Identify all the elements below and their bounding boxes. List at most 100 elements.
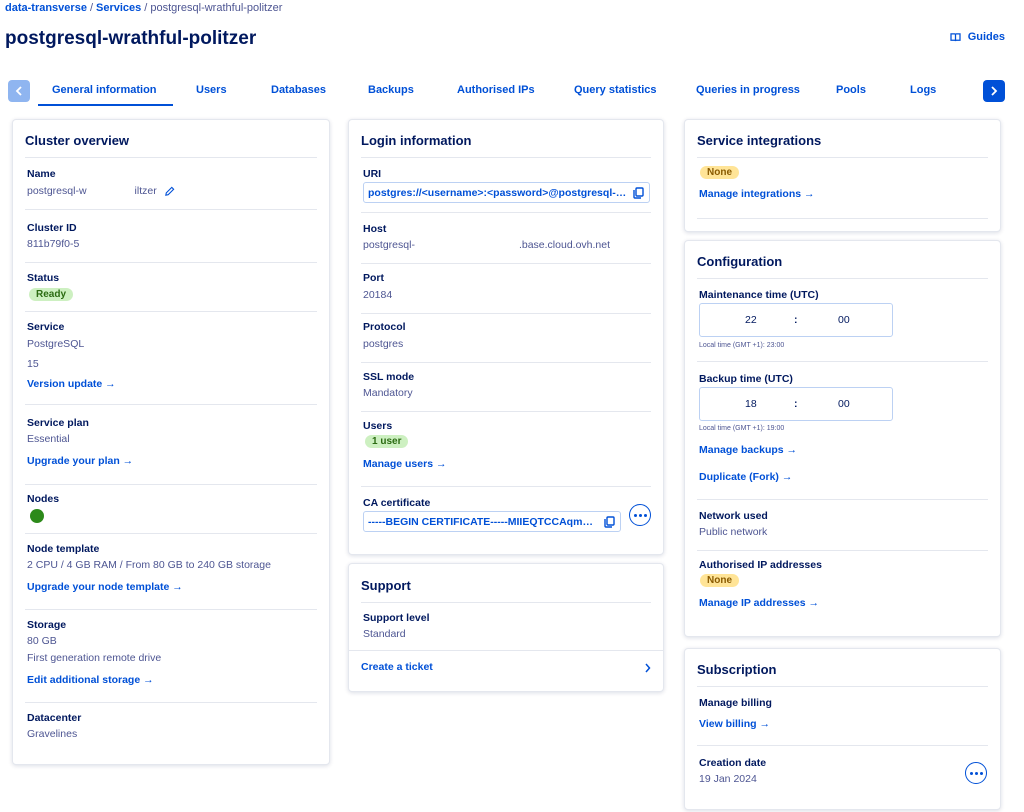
view-billing-link[interactable]: View billing → bbox=[699, 718, 770, 730]
divider bbox=[25, 484, 317, 485]
creation-date-label: Creation date bbox=[699, 757, 767, 769]
uri-copy-field[interactable]: postgres://<username>:<password>@postgre… bbox=[363, 182, 650, 203]
ca-certificate-value: -----BEGIN CERTIFICATE-----MIIEQTCCAqmgA… bbox=[368, 515, 598, 528]
divider bbox=[25, 209, 317, 210]
divider bbox=[361, 411, 651, 412]
backup-hour[interactable]: 18 bbox=[745, 398, 757, 410]
network-used-label: Network used bbox=[699, 510, 768, 522]
host-value-end: .base.cloud.ovh.net bbox=[518, 239, 611, 251]
divider bbox=[25, 609, 317, 610]
maintenance-time-label: Maintenance time (UTC) bbox=[699, 289, 819, 301]
book-icon bbox=[950, 32, 961, 41]
maintenance-time-picker[interactable]: 22 : 00 bbox=[699, 303, 893, 337]
support-level-label: Support level bbox=[363, 612, 430, 624]
creation-date-value: 19 Jan 2024 bbox=[699, 773, 757, 785]
tab-query-statistics[interactable]: Query statistics bbox=[574, 84, 657, 96]
manage-users-link[interactable]: Manage users → bbox=[363, 458, 446, 470]
backup-minute[interactable]: 00 bbox=[838, 398, 850, 410]
integrations-status-badge: None bbox=[700, 166, 739, 179]
users-count-badge: 1 user bbox=[365, 435, 409, 448]
login-information-title: Login information bbox=[361, 133, 472, 148]
upgrade-plan-link[interactable]: Upgrade your plan → bbox=[27, 455, 133, 467]
ssl-mode-label: SSL mode bbox=[363, 371, 415, 383]
copy-icon[interactable] bbox=[598, 512, 620, 531]
maintenance-minute[interactable]: 00 bbox=[838, 314, 850, 326]
chevron-right-icon bbox=[645, 663, 651, 673]
users-label: Users bbox=[363, 420, 393, 432]
ca-certificate-more-button[interactable] bbox=[629, 504, 651, 526]
more-options-dot bbox=[969, 771, 973, 775]
node-status-indicator bbox=[30, 509, 44, 523]
maintenance-hour[interactable]: 22 bbox=[745, 314, 757, 326]
cluster-id-label: Cluster ID bbox=[27, 222, 77, 234]
datacenter-value: Gravelines bbox=[27, 728, 78, 740]
backup-time-label: Backup time (UTC) bbox=[699, 373, 793, 385]
version-update-link[interactable]: Version update → bbox=[27, 378, 116, 390]
node-template-value: 2 CPU / 4 GB RAM / From 80 GB to 240 GB … bbox=[27, 559, 271, 571]
duplicate-fork-link[interactable]: Duplicate (Fork) → bbox=[699, 471, 792, 483]
divider bbox=[697, 550, 988, 551]
name-value-end: iltzer bbox=[134, 185, 157, 197]
tab-scroll-left-button[interactable] bbox=[8, 80, 30, 102]
divider bbox=[697, 278, 988, 279]
manage-ip-addresses-link[interactable]: Manage IP addresses → bbox=[699, 597, 819, 609]
guides-link[interactable]: Guides bbox=[950, 31, 1005, 43]
divider bbox=[361, 602, 651, 603]
tab-users[interactable]: Users bbox=[196, 84, 227, 96]
divider bbox=[25, 533, 317, 534]
login-information-card: Login information URI postgres://<userna… bbox=[348, 119, 664, 555]
pencil-icon[interactable] bbox=[164, 186, 175, 197]
tab-queries-in-progress[interactable]: Queries in progress bbox=[696, 84, 800, 96]
port-label: Port bbox=[363, 272, 384, 284]
divider bbox=[697, 218, 988, 219]
divider bbox=[697, 499, 988, 500]
node-template-label: Node template bbox=[27, 543, 100, 555]
tab-general-information[interactable]: General information bbox=[52, 84, 157, 96]
support-level-value: Standard bbox=[363, 628, 406, 640]
service-label: Service bbox=[27, 321, 65, 333]
host-value-start: postgresql- bbox=[363, 239, 415, 251]
maintenance-local-time: Local time (GMT +1): 23:00 bbox=[699, 342, 785, 349]
divider bbox=[697, 745, 988, 746]
edit-storage-link[interactable]: Edit additional storage → bbox=[27, 674, 154, 686]
subscription-more-button[interactable] bbox=[965, 762, 987, 784]
service-integrations-card: Service integrations None Manage integra… bbox=[684, 119, 1001, 232]
tab-authorised-ips[interactable]: Authorised IPs bbox=[457, 84, 535, 96]
divider bbox=[697, 361, 988, 362]
tab-scroll-right-button[interactable] bbox=[983, 80, 1005, 102]
ca-certificate-copy-field[interactable]: -----BEGIN CERTIFICATE-----MIIEQTCCAqmgA… bbox=[363, 511, 621, 532]
authorised-ip-badge: None bbox=[700, 574, 739, 587]
divider bbox=[25, 157, 317, 158]
time-separator: : bbox=[794, 398, 798, 410]
manage-billing-label: Manage billing bbox=[699, 697, 772, 709]
copy-icon[interactable] bbox=[627, 183, 649, 202]
tab-databases[interactable]: Databases bbox=[271, 84, 326, 96]
time-separator: : bbox=[794, 314, 798, 326]
divider bbox=[361, 313, 651, 314]
page-title: postgresql-wrathful-politzer bbox=[5, 28, 257, 49]
host-label: Host bbox=[363, 223, 387, 235]
configuration-card: Configuration Maintenance time (UTC) 22 … bbox=[684, 240, 1001, 637]
chevron-right-icon bbox=[991, 86, 998, 96]
manage-integrations-link[interactable]: Manage integrations → bbox=[699, 188, 815, 200]
manage-backups-link[interactable]: Manage backups → bbox=[699, 444, 797, 456]
tab-logs[interactable]: Logs bbox=[910, 84, 936, 96]
breadcrumb-item-services[interactable]: Services bbox=[96, 2, 141, 14]
upgrade-node-template-link[interactable]: Upgrade your node template → bbox=[27, 581, 183, 593]
tab-bar: General information Users Databases Back… bbox=[8, 80, 1005, 106]
tab-backups[interactable]: Backups bbox=[368, 84, 414, 96]
protocol-label: Protocol bbox=[363, 321, 406, 333]
more-options-dot bbox=[979, 771, 983, 775]
ssl-mode-value: Mandatory bbox=[363, 387, 413, 399]
configuration-title: Configuration bbox=[697, 254, 783, 269]
tab-pools[interactable]: Pools bbox=[836, 84, 866, 96]
backup-time-picker[interactable]: 18 : 00 bbox=[699, 387, 893, 421]
authorised-ip-label: Authorised IP addresses bbox=[699, 559, 822, 571]
network-used-value: Public network bbox=[699, 526, 768, 538]
create-ticket-link[interactable]: Create a ticket bbox=[361, 661, 433, 673]
status-badge: Ready bbox=[29, 288, 74, 301]
service-plan-label: Service plan bbox=[27, 417, 89, 429]
breadcrumb-item-project[interactable]: data-transverse bbox=[5, 2, 87, 14]
uri-value: postgres://<username>:<password>@postgre… bbox=[368, 186, 627, 199]
name-value: postgresql-w iltzer bbox=[27, 185, 157, 197]
